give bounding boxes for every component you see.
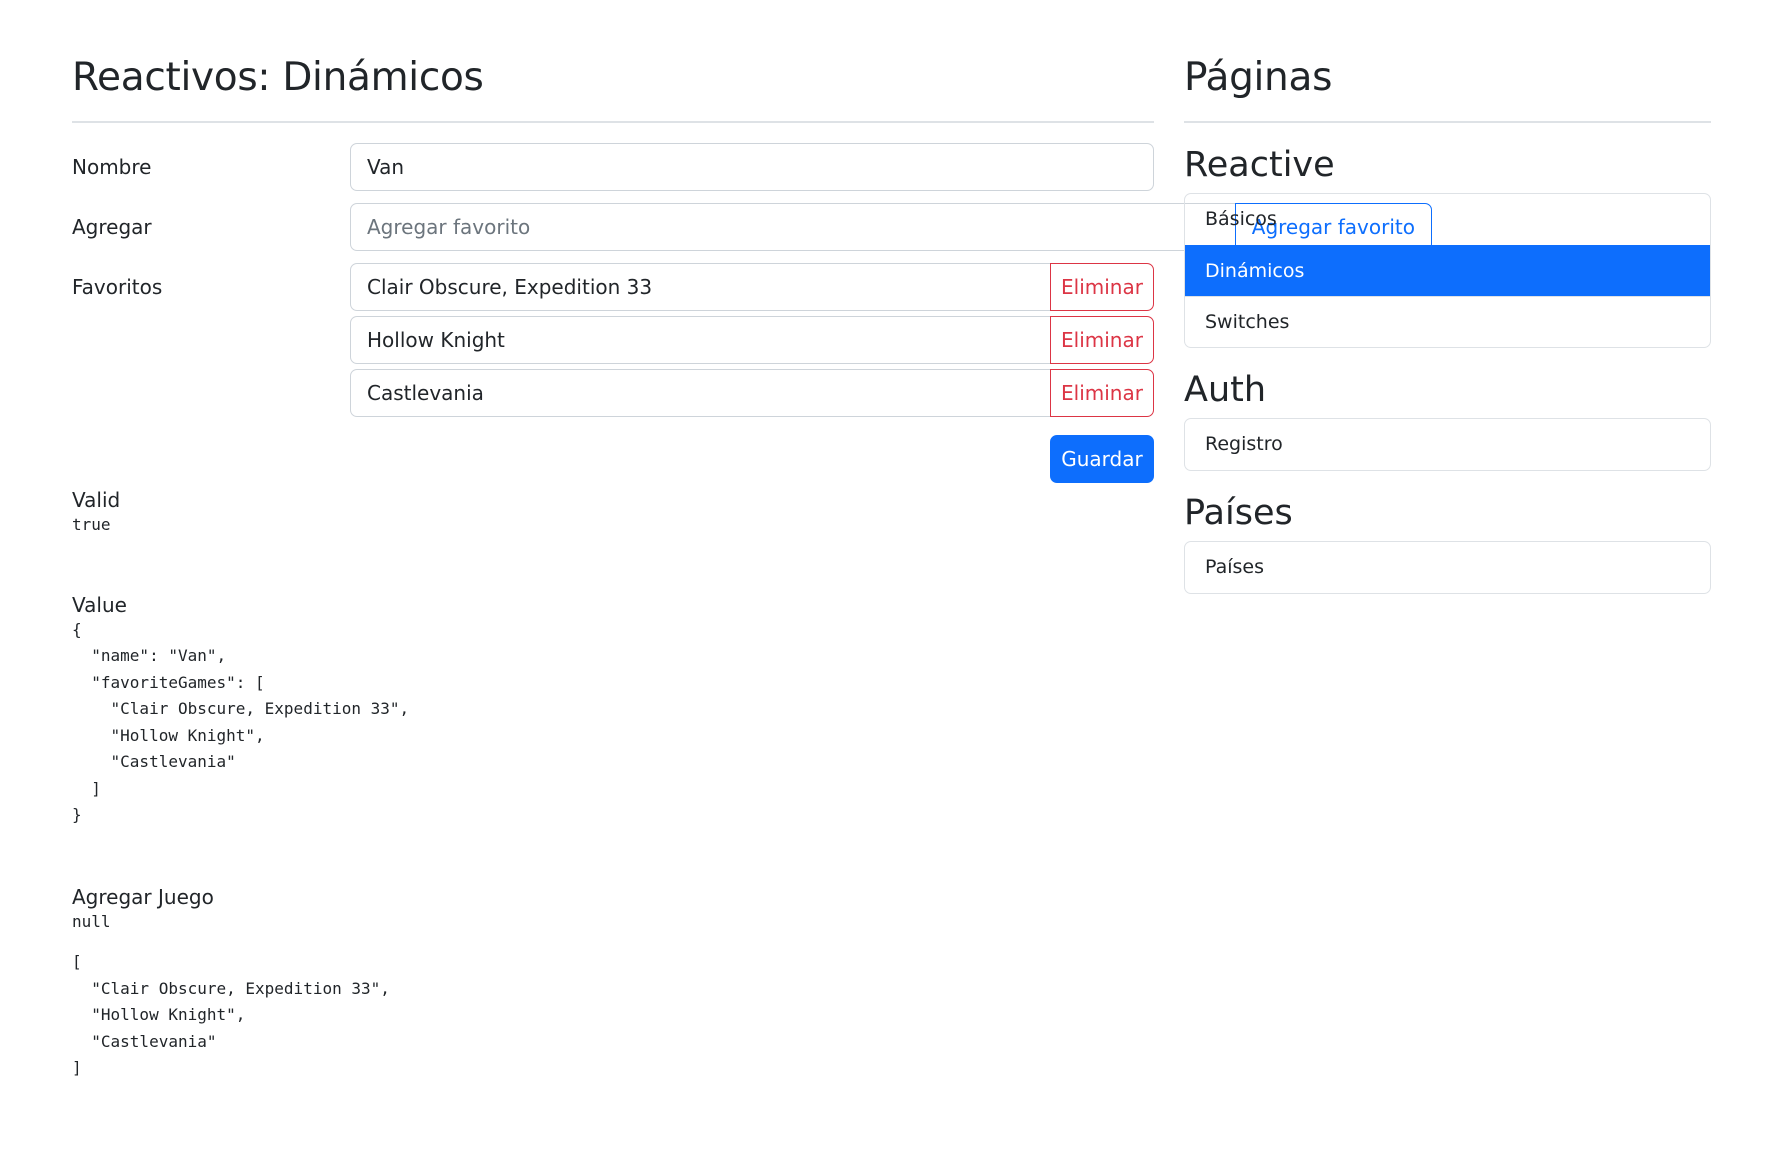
- nav-item-switches[interactable]: Switches: [1185, 296, 1710, 347]
- valid-value: true: [72, 515, 111, 534]
- favorite-input-3[interactable]: [350, 369, 1051, 417]
- favorite-item: Eliminar: [350, 263, 1154, 311]
- name-input[interactable]: [350, 143, 1154, 191]
- delete-favorite-button-1[interactable]: Eliminar: [1050, 263, 1154, 311]
- page-title-sub: Dinámicos: [282, 55, 484, 100]
- debug-value: Value { "name": "Van", "favoriteGames": …: [72, 593, 1154, 829]
- add-game-label: Agregar Juego: [72, 884, 214, 909]
- name-control: [350, 143, 1154, 191]
- nav-item-dinamicos[interactable]: Dinámicos: [1185, 245, 1710, 296]
- name-row: Nombre: [72, 143, 1154, 191]
- save-row: Guardar: [72, 435, 1154, 483]
- page: Reactivos: Dinámicos Nombre Agregar Agre…: [0, 0, 1772, 1166]
- section-title-auth: Auth: [1184, 370, 1267, 410]
- favorite-item: Eliminar: [350, 369, 1154, 417]
- page-title: Reactivos: Dinámicos: [72, 48, 1154, 108]
- nav-item-registro[interactable]: Registro: [1185, 419, 1710, 470]
- main-content: Reactivos: Dinámicos Nombre Agregar Agre…: [72, 48, 1432, 1082]
- nav-item-paises[interactable]: Países: [1185, 542, 1710, 593]
- nav-item-basicos[interactable]: Básicos: [1185, 194, 1710, 245]
- nav-list-reactive: Básicos Dinámicos Switches: [1184, 193, 1711, 348]
- section-title-reactive: Reactive: [1184, 145, 1335, 185]
- add-favorite-row: Agregar Agregar favorito: [72, 203, 1432, 251]
- favorites-label: Favoritos: [72, 275, 163, 299]
- add-favorite-input[interactable]: [350, 203, 1236, 251]
- section-title-paises: Países: [1184, 493, 1293, 533]
- save-button[interactable]: Guardar: [1050, 435, 1154, 483]
- name-label: Nombre: [72, 155, 152, 179]
- page-title-main: Reactivos:: [72, 55, 271, 100]
- favorites-list: Eliminar Eliminar Eliminar: [350, 263, 1154, 417]
- valid-label: Valid: [72, 488, 121, 512]
- dynamic-form: Nombre Agregar Agregar favorito Favorito…: [72, 143, 1432, 483]
- nav-list-auth: Registro: [1184, 418, 1711, 471]
- value-json: { "name": "Van", "favoriteGames": [ "Cla…: [72, 619, 410, 825]
- sidebar-divider: [1184, 121, 1711, 123]
- sidebar-title: Páginas: [1184, 55, 1333, 100]
- add-favorite-label: Agregar: [72, 215, 152, 239]
- favorite-input-1[interactable]: [350, 263, 1051, 311]
- nav-list-paises: Países: [1184, 541, 1711, 594]
- delete-favorite-button-3[interactable]: Eliminar: [1050, 369, 1154, 417]
- debug-add-game: Agregar Juego null: [72, 885, 1154, 936]
- sidebar: Páginas Reactive Básicos Dinámicos Switc…: [1184, 48, 1711, 594]
- title-divider: [72, 121, 1154, 123]
- delete-favorite-button-2[interactable]: Eliminar: [1050, 316, 1154, 364]
- favorites-row: Favoritos Eliminar Eliminar Eliminar: [72, 263, 1154, 417]
- debug-valid: Valid true: [72, 488, 1154, 539]
- favorite-item: Eliminar: [350, 316, 1154, 364]
- games-json: [ "Clair Obscure, Expedition 33", "Hollo…: [72, 952, 390, 1077]
- favorite-input-2[interactable]: [350, 316, 1051, 364]
- add-game-value: null: [72, 911, 111, 931]
- debug-games: [ "Clair Obscure, Expedition 33", "Hollo…: [72, 949, 1154, 1082]
- value-label: Value: [72, 592, 127, 617]
